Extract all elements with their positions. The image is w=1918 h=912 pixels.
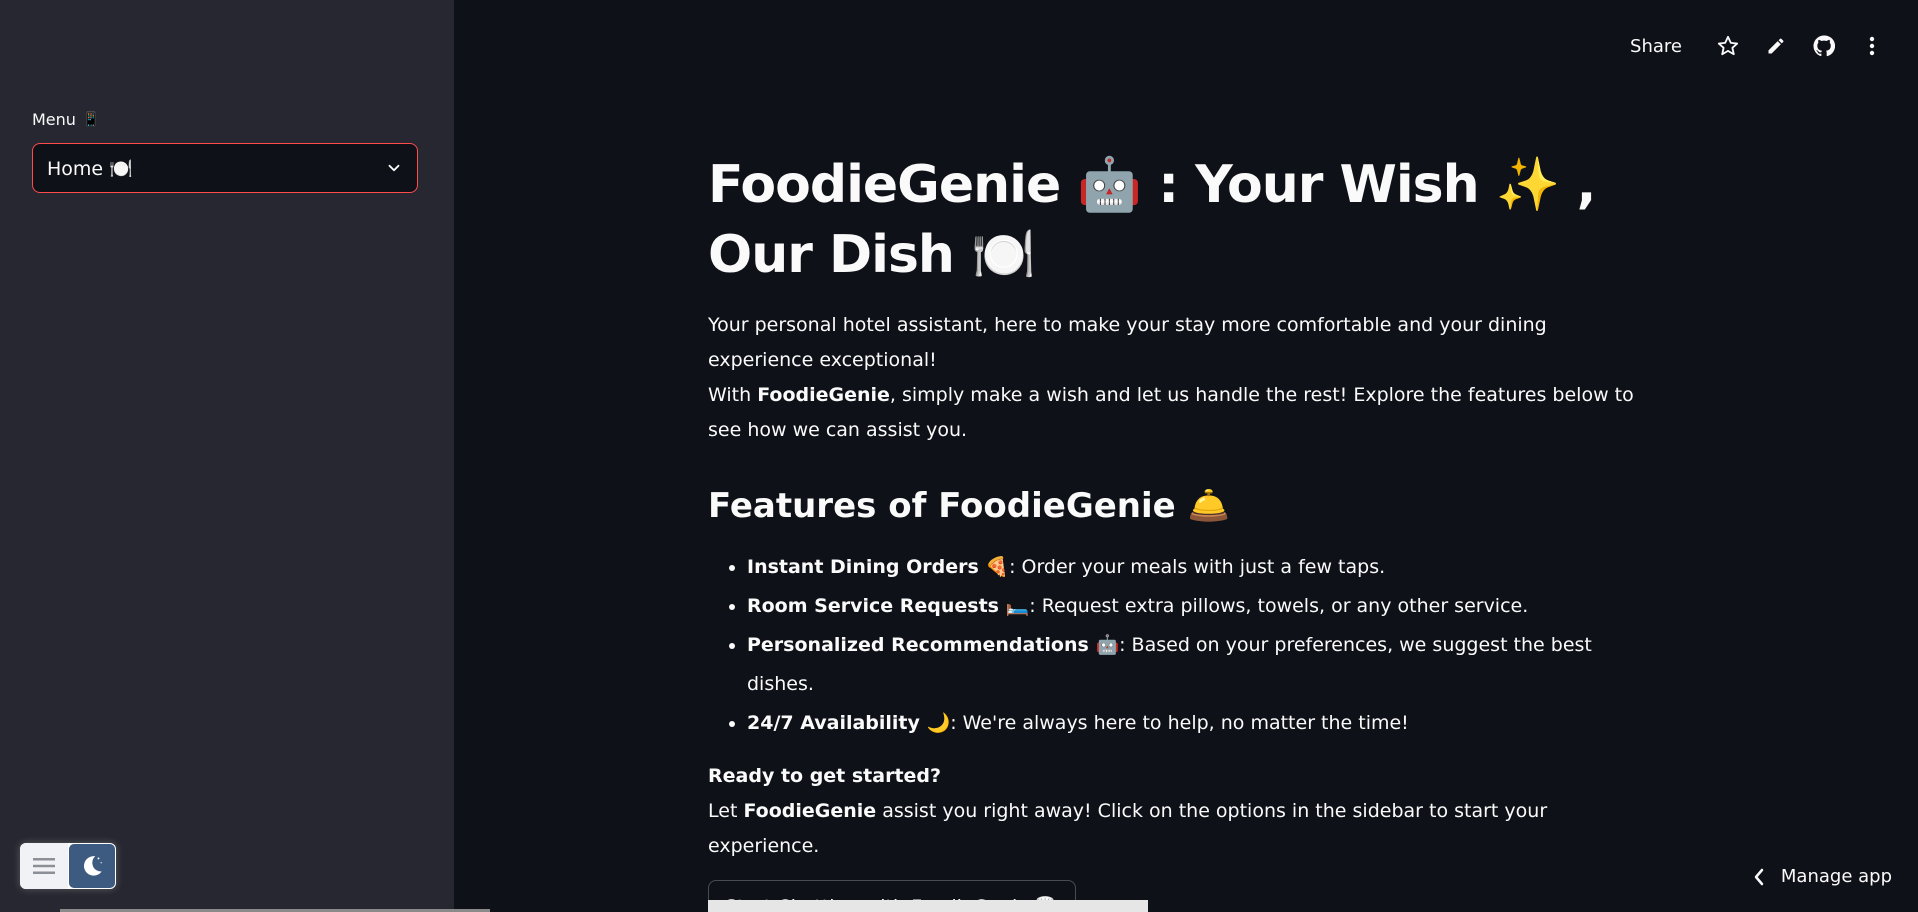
feature-title: Room Service Requests 🛏️: [747, 595, 1030, 617]
list-item: Personalized Recommendations 🤖: Based on…: [747, 626, 1648, 704]
intro-brand-name: FoodieGenie: [757, 384, 890, 406]
features-heading: Features of FoodieGenie 🛎️: [708, 486, 1230, 526]
top-toolbar: Share: [1630, 28, 1918, 64]
feature-title: 24/7 Availability 🌙: [747, 712, 951, 734]
feature-title: Instant Dining Orders 🍕: [747, 556, 1010, 578]
features-list: Instant Dining Orders 🍕: Order your meal…: [708, 548, 1648, 743]
intro-line-1: Your personal hotel assistant, here to m…: [708, 314, 1547, 371]
horizontal-scrollbar[interactable]: [708, 900, 1148, 912]
phone-icon: 📱: [81, 112, 100, 128]
ready-brand-name: FoodieGenie: [743, 800, 877, 822]
intro-line-2-prefix: With: [708, 384, 758, 406]
ready-heading: Ready to get started?: [708, 765, 942, 787]
share-button[interactable]: Share: [1630, 36, 1682, 57]
menu-label: Menu 📱: [32, 110, 100, 129]
light-mode-button[interactable]: [20, 843, 68, 889]
chevron-left-icon: [1754, 868, 1764, 885]
menu-label-text: Menu: [32, 110, 76, 129]
feature-desc: : Request extra pillows, towels, or any …: [1029, 595, 1529, 617]
sidebar: Menu 📱 Home 🍽️: [0, 0, 490, 912]
star-icon[interactable]: [1704, 28, 1752, 64]
list-item: Instant Dining Orders 🍕: Order your meal…: [747, 548, 1648, 587]
github-icon[interactable]: [1800, 28, 1848, 64]
dark-mode-button[interactable]: [69, 844, 115, 888]
edit-pencil-icon[interactable]: [1752, 28, 1800, 64]
list-item: Room Service Requests 🛏️: Request extra …: [747, 587, 1648, 626]
ready-block: Ready to get started? Let FoodieGenie as…: [708, 759, 1648, 864]
page-select-value: Home 🍽️: [47, 157, 133, 180]
manage-app-button[interactable]: Manage app: [1753, 866, 1892, 887]
chevron-down-icon: [388, 164, 400, 172]
page-select[interactable]: Home 🍽️: [32, 143, 418, 193]
moon-icon: [83, 856, 102, 876]
main-content: FoodieGenie 🤖 : Your Wish ✨ , Our Dish 🍽…: [708, 150, 1648, 912]
feature-desc: : Order your meals with just a few taps.: [1009, 556, 1386, 578]
intro-paragraph: Your personal hotel assistant, here to m…: [708, 308, 1648, 448]
app-root: Menu 📱 Home 🍽️ Share FoodieGenie 🤖: You…: [0, 0, 1918, 912]
ready-prefix: Let: [708, 800, 744, 822]
page-title: FoodieGenie 🤖 : Your Wish ✨ , Our Dish 🍽…: [708, 155, 1596, 285]
feature-title: Personalized Recommendations 🤖: [747, 634, 1120, 656]
feature-desc: : We're always here to help, no matter t…: [950, 712, 1409, 734]
hamburger-icon: [33, 858, 55, 874]
list-item: 24/7 Availability 🌙: We're always here t…: [747, 704, 1648, 743]
more-vertical-icon[interactable]: [1848, 28, 1896, 64]
manage-app-label: Manage app: [1780, 866, 1892, 887]
theme-toggle[interactable]: [20, 843, 116, 889]
